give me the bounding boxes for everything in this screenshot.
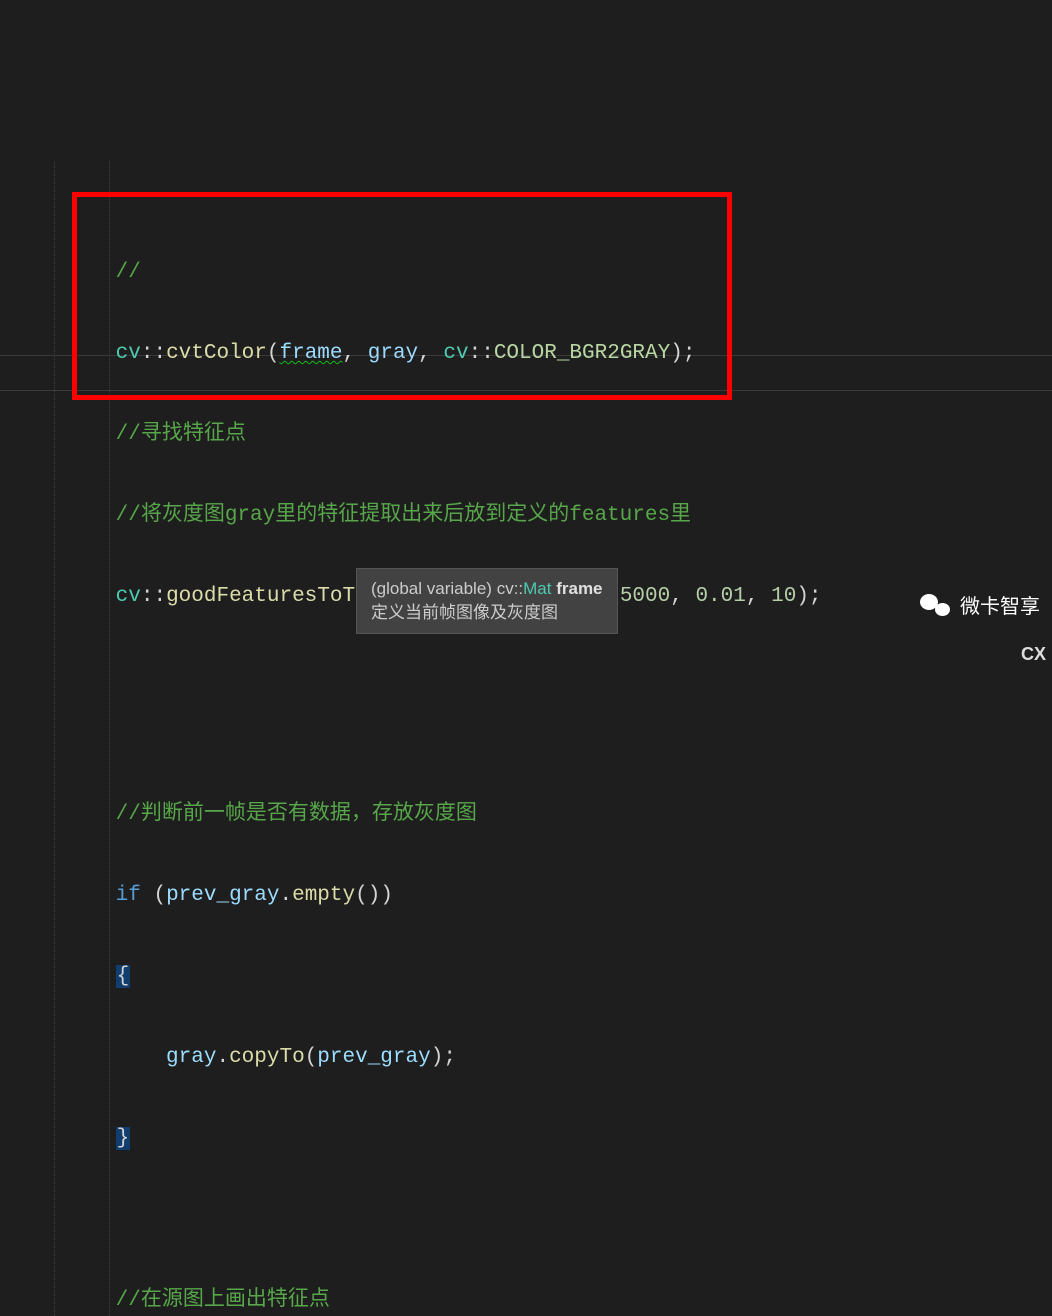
tooltip-doc: 定义当前帧图像及灰度图 — [371, 601, 603, 625]
function: copyTo — [229, 1046, 305, 1069]
operator: :: — [141, 585, 166, 608]
number: 0.01 — [695, 585, 745, 608]
code-line[interactable]: //在源图上画出特征点 — [40, 1283, 1052, 1316]
keyword: if — [116, 884, 141, 907]
comment: // — [116, 261, 141, 284]
paren: ) — [431, 1046, 444, 1069]
indent-guide-2 — [109, 161, 110, 1316]
variable: prev_gray — [166, 884, 279, 907]
code-line[interactable]: } — [40, 1121, 1052, 1156]
comma: , — [343, 342, 368, 365]
namespace: cv — [116, 585, 141, 608]
code-line[interactable]: gray.copyTo(prev_gray); — [40, 1040, 1052, 1075]
paren: ( — [355, 884, 368, 907]
function: cvtColor — [166, 342, 267, 365]
code-editor[interactable]: // cv::cvtColor(frame, gray, cv::COLOR_B… — [0, 161, 1052, 1316]
code-line[interactable]: // — [40, 255, 1052, 290]
paren: ( — [267, 342, 280, 365]
indent-guide-1 — [54, 161, 55, 1316]
dot: . — [216, 1046, 229, 1069]
number: 10 — [771, 585, 796, 608]
comment: //判断前一帧是否有数据，存放灰度图 — [116, 803, 477, 826]
variable: gray — [166, 1046, 216, 1069]
cx-logo: CX — [1021, 624, 1046, 672]
paren: ) — [796, 585, 809, 608]
semicolon: ; — [443, 1046, 456, 1069]
code-line[interactable]: //寻找特征点 — [40, 417, 1052, 452]
tooltip-type: Mat — [523, 579, 551, 598]
paren: ) — [380, 884, 393, 907]
operator: :: — [469, 342, 494, 365]
tooltip-ns: cv:: — [497, 579, 523, 598]
namespace: cv — [116, 342, 141, 365]
tooltip-kind: (global variable) — [371, 579, 497, 598]
comment: //将灰度图gray里的特征提取出来后放到定义的features里 — [116, 504, 691, 527]
constant: COLOR_BGR2GRAY — [494, 342, 670, 365]
dot: . — [279, 884, 292, 907]
code-line[interactable]: cv::cvtColor(frame, gray, cv::COLOR_BGR2… — [40, 336, 1052, 371]
tooltip-name: frame — [551, 579, 602, 598]
paren: ( — [305, 1046, 318, 1069]
wechat-icon — [920, 592, 950, 618]
paren: ) — [368, 884, 381, 907]
intellisense-tooltip: (global variable) cv::Mat frame 定义当前帧图像及… — [356, 568, 618, 634]
cx-logo-big: CX — [1021, 648, 1046, 660]
comment: //寻找特征点 — [116, 423, 246, 446]
variable: gray — [368, 342, 418, 365]
comma: , — [670, 585, 695, 608]
paren: ( — [153, 884, 166, 907]
variable: prev_gray — [317, 1046, 430, 1069]
watermark: 微卡智享 — [920, 590, 1040, 619]
semicolon: ; — [809, 585, 822, 608]
code-line[interactable]: //将灰度图gray里的特征提取出来后放到定义的features里 — [40, 498, 1052, 533]
namespace: cv — [443, 342, 468, 365]
watermark-text: 微卡智享 — [960, 590, 1040, 619]
function: empty — [292, 884, 355, 907]
code-line-empty[interactable] — [40, 1202, 1052, 1237]
code-line[interactable]: //判断前一帧是否有数据，存放灰度图 — [40, 797, 1052, 832]
operator: :: — [141, 342, 166, 365]
brace-highlight: } — [116, 1127, 131, 1150]
brace-highlight: { — [116, 965, 131, 988]
semicolon: ; — [683, 342, 696, 365]
number: 5000 — [620, 585, 670, 608]
tooltip-signature: (global variable) cv::Mat frame — [371, 577, 603, 601]
code-line[interactable]: { — [40, 959, 1052, 994]
code-line-empty[interactable] — [40, 660, 1052, 695]
variable: frame — [280, 342, 343, 365]
code-line[interactable]: if (prev_gray.empty()) — [40, 878, 1052, 913]
code-line-empty[interactable] — [40, 718, 1052, 751]
comma: , — [418, 342, 443, 365]
comment: //在源图上画出特征点 — [116, 1289, 330, 1312]
paren: ) — [670, 342, 683, 365]
comma: , — [746, 585, 771, 608]
